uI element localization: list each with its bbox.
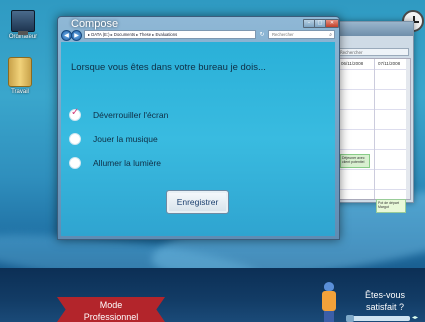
calendar-event[interactable]: Pot de départ Margot	[376, 199, 406, 213]
mascot-head	[324, 282, 334, 291]
calendar-scrollbar[interactable]	[406, 59, 410, 199]
mode-label-line: Professionnel	[83, 312, 139, 322]
calendar-day-header: 07/11/2008	[378, 61, 401, 66]
option-label: Déverrouiller l'écran	[93, 110, 169, 120]
desktop-icon-label: Travail	[11, 89, 29, 95]
satisfaction-prompt[interactable]: Êtes-vous satisfait ?	[354, 289, 416, 313]
search-icon: ⌕	[329, 32, 332, 38]
question-text: Lorsque vous êtes dans votre bureau je d…	[71, 62, 266, 73]
radio-button[interactable]	[69, 157, 81, 169]
window-title: Compose	[71, 18, 119, 30]
address-bar[interactable]: ▸ DATA (E:) ▸ Documents ▸ These ▸ Evalua…	[84, 30, 256, 39]
folder-icon	[8, 57, 32, 87]
calendar-column-divider	[374, 59, 375, 199]
compose-window[interactable]: Compose – □ ✕ ◀ ▶ ▸ DATA (E:) ▸ Document…	[57, 16, 340, 240]
calendar-grid: 06/11/2008 07/11/2008 Déjeuner avec clie…	[337, 58, 411, 213]
desktop: Ordinateur Travail Rechercher 06/11/2008…	[0, 0, 425, 322]
calendar-titlebar[interactable]	[333, 22, 413, 36]
close-button[interactable]: ✕	[325, 19, 339, 28]
search-placeholder: Rechercher	[272, 32, 294, 37]
mascot-body	[322, 291, 336, 311]
slider-handle[interactable]	[346, 315, 354, 322]
calendar-search-input[interactable]: Rechercher	[337, 48, 409, 56]
computer-icon	[11, 10, 35, 35]
satisfaction-slider[interactable]: ◂▸	[340, 314, 425, 322]
mode-label: Mode Professionnel	[57, 299, 165, 322]
save-button[interactable]: Enregistrer	[166, 190, 229, 214]
calendar-event[interactable]: Déjeuner avec client potentiel	[340, 154, 370, 168]
satisfaction-line: Êtes-vous	[364, 290, 406, 300]
calendar-window[interactable]: Rechercher 06/11/2008 07/11/2008 Déjeune…	[332, 21, 414, 213]
mode-label-line: Mode	[99, 300, 123, 310]
search-input[interactable]: Rechercher ⌕	[268, 30, 335, 39]
mascot-legs	[324, 311, 334, 322]
refresh-icon[interactable]: ↻	[257, 30, 267, 39]
slider-track[interactable]	[346, 316, 410, 321]
address-row: ◀ ▶ ▸ DATA (E:) ▸ Documents ▸ These ▸ Ev…	[61, 30, 336, 41]
survey-panel: Lorsque vous êtes dans votre bureau je d…	[61, 42, 335, 236]
desktop-icon-work[interactable]: Travail	[0, 57, 40, 95]
calendar-day-header: 06/11/2008	[341, 61, 364, 66]
check-mark-icon: ✓	[71, 107, 80, 118]
option-label: Jouer la musique	[93, 134, 158, 144]
option-label: Allumer la lumière	[93, 158, 162, 168]
forward-button[interactable]: ▶	[71, 30, 82, 41]
mode-banner[interactable]: Mode Professionnel	[57, 297, 165, 322]
desktop-icon-computer[interactable]: Ordinateur	[3, 10, 43, 40]
satisfaction-line: satisfait ?	[365, 302, 405, 312]
radio-button[interactable]	[69, 133, 81, 145]
scroll-arrows-icon[interactable]: ◂▸	[412, 314, 418, 321]
mascot-figure	[320, 282, 338, 322]
